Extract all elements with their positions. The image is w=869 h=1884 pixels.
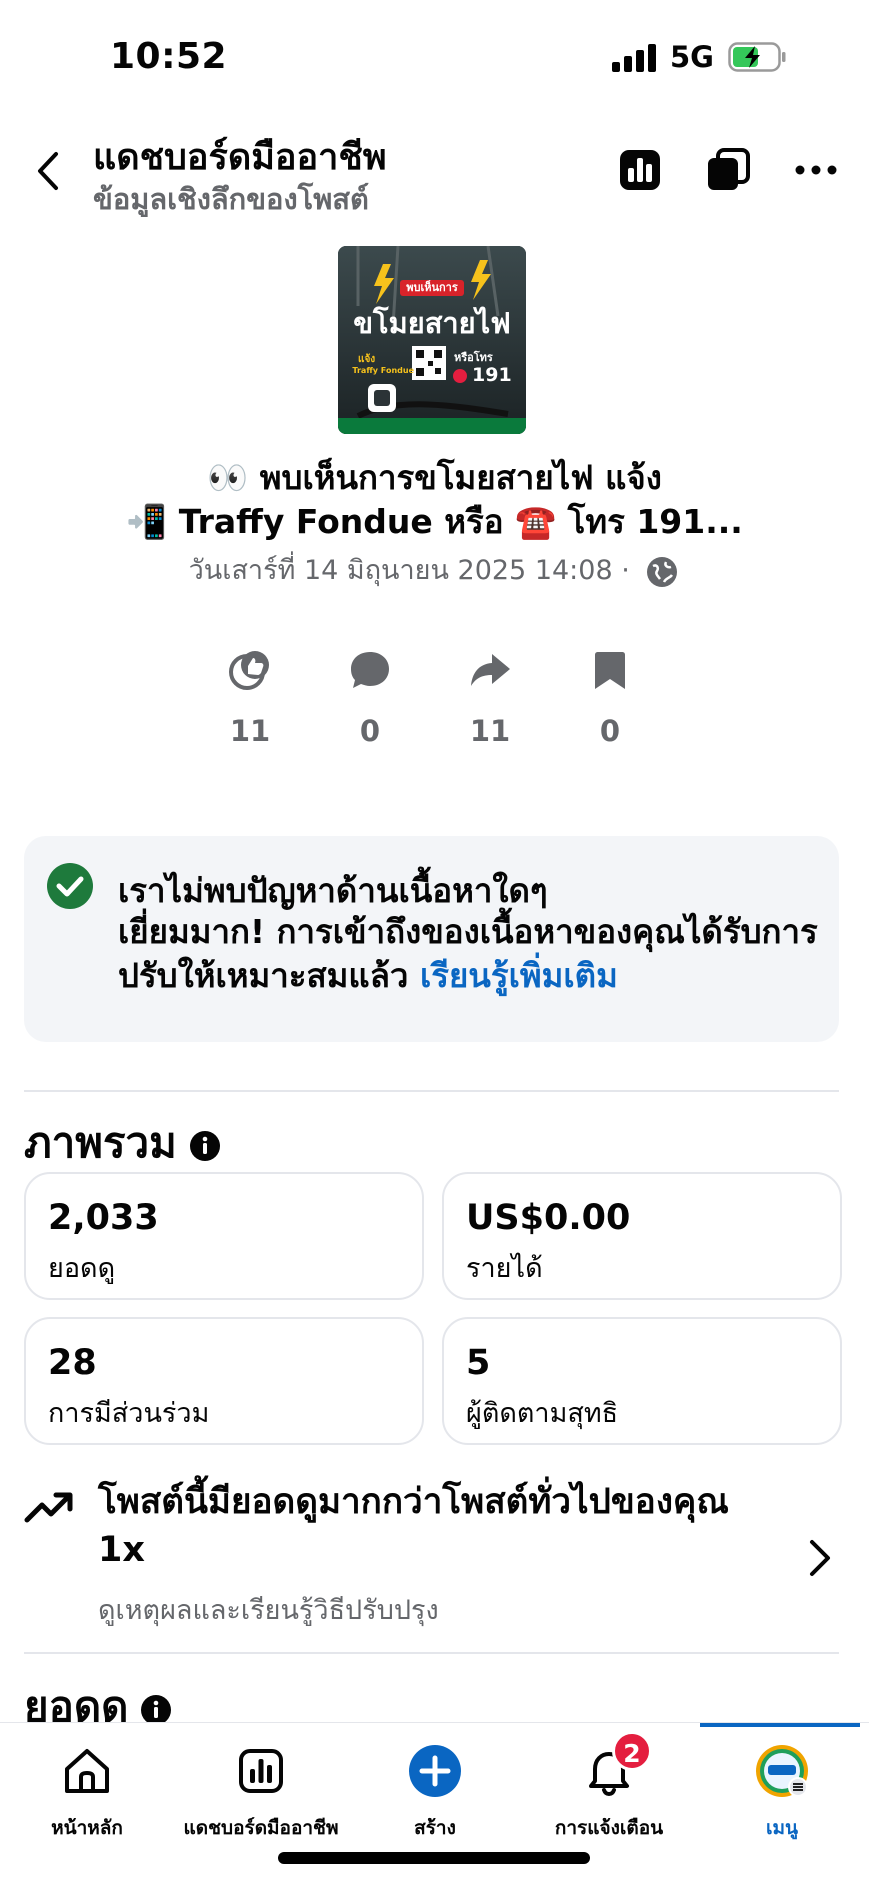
- shares-count: 11: [469, 714, 511, 748]
- insight-title: โพสต์นี้มียอดดูมากกว่าโพสต์ทั่วไปของคุณ …: [98, 1482, 729, 1570]
- battery-icon: [728, 42, 786, 72]
- overview-title-text: ภาพรวม: [24, 1118, 177, 1167]
- more-options-icon[interactable]: [792, 146, 840, 194]
- copy-icon[interactable]: [704, 146, 752, 194]
- reaction-stats: 11 0 11 0: [190, 648, 670, 758]
- overview-title: ภาพรวม: [24, 1110, 221, 1176]
- thumbnail-report-via: แจ้ง: [358, 354, 376, 365]
- share-icon: [471, 654, 510, 686]
- post-text-line-2: 📲 Traffy Fondue หรือ ☎️ โทร 191...: [126, 502, 743, 541]
- tab-notifications[interactable]: การแจ้งเตือน: [522, 1723, 696, 1843]
- check-circle-icon: [47, 863, 93, 909]
- comments-count: 0: [359, 714, 381, 748]
- earnings-value: US$0.00: [466, 1198, 631, 1238]
- bar-chart-icon[interactable]: [616, 146, 664, 194]
- saves-stat[interactable]: 0: [550, 648, 670, 758]
- tab-create-label: สร้าง: [414, 1817, 456, 1839]
- net-followers-label: ผู้ติดตามสุทธิ: [466, 1398, 619, 1429]
- saves-count: 0: [599, 714, 621, 748]
- post-date-text: วันเสาร์ที่ 14 มิถุนายน 2025 14:08 ·: [188, 555, 630, 586]
- page-subtitle: ข้อมูลเชิงลึกของโพสต์: [93, 182, 369, 216]
- chevron-right-icon: [810, 1540, 830, 1576]
- tab-home[interactable]: หน้าหลัก: [0, 1723, 174, 1843]
- network-type: 5G: [670, 40, 714, 74]
- trending-up-icon: [24, 1492, 73, 1523]
- status-time: 10:52: [110, 36, 228, 77]
- bookmark-icon: [595, 652, 625, 689]
- status-bar: 10:52 5G: [0, 0, 869, 110]
- notice-body: เยี่ยมมาก! การเข้าถึงของเนื้อหาของคุณได้…: [118, 910, 818, 998]
- divider: [24, 1090, 839, 1092]
- comments-stat[interactable]: 0: [310, 648, 430, 758]
- tab-dashboard[interactable]: แดชบอร์ดมืออาชีพ: [174, 1723, 348, 1843]
- thumbnail-phone: 191: [472, 364, 512, 386]
- back-button[interactable]: [28, 146, 68, 196]
- earnings-label: รายได้: [466, 1253, 543, 1284]
- post-text: 👀 พบเห็นการขโมยสายไฟ แจ้ง 📲 Traffy Fondu…: [80, 456, 789, 544]
- post-text-line-1: 👀 พบเห็นการขโมยสายไฟ แจ้ง: [207, 458, 662, 497]
- earnings-card[interactable]: US$0.00 รายได้: [442, 1172, 842, 1300]
- likes-stat[interactable]: 11: [190, 648, 310, 758]
- thumbnail-app-name: Traffy Fondue: [352, 366, 414, 375]
- tab-menu[interactable]: เมนู: [695, 1723, 869, 1843]
- plus-circle-icon: [409, 1745, 461, 1797]
- profile-avatar-icon: [756, 1745, 808, 1797]
- thumbnail-caption-top: พบเห็นการ: [406, 281, 458, 294]
- tab-dashboard-label: แดชบอร์ดมืออาชีพ: [183, 1817, 339, 1839]
- views-section-title: ยอดดู: [24, 1674, 172, 1722]
- like-reaction-icon: [229, 651, 269, 690]
- globe-icon: [647, 556, 678, 587]
- home-indicator: [278, 1852, 590, 1864]
- shares-stat[interactable]: 11: [430, 648, 550, 758]
- tab-menu-label: เมนู: [765, 1817, 798, 1839]
- tab-notifications-label: การแจ้งเตือน: [554, 1817, 664, 1839]
- likes-count: 11: [229, 714, 271, 748]
- signal-icon: [612, 44, 658, 72]
- post-date: วันเสาร์ที่ 14 มิถุนายน 2025 14:08 ·: [80, 548, 789, 591]
- comment-icon: [351, 652, 389, 688]
- engagement-value: 28: [48, 1343, 97, 1383]
- page-header: แดชบอร์ดมืออาชีพ ข้อมูลเชิงลึกของโพสต์: [0, 118, 869, 228]
- net-followers-value: 5: [466, 1343, 491, 1383]
- views-section-title-text: ยอดดู: [24, 1682, 129, 1722]
- performance-insight-row[interactable]: โพสต์นี้มียอดดูมากกว่าโพสต์ทั่วไปของคุณ …: [0, 1468, 869, 1648]
- net-followers-card[interactable]: 5 ผู้ติดตามสุทธิ: [442, 1317, 842, 1445]
- views-label: ยอดดู: [48, 1253, 116, 1284]
- engagement-card[interactable]: 28 การมีส่วนร่วม: [24, 1317, 424, 1445]
- insight-subtitle: ดูเหตุผลและเรียนรู้วิธีปรับปรุง: [98, 1595, 439, 1626]
- notification-badge: 2: [612, 1731, 652, 1771]
- learn-more-link[interactable]: เรียนรู้เพิ่มเติม: [420, 956, 618, 995]
- info-icon[interactable]: [140, 1694, 172, 1723]
- home-icon: [65, 1749, 109, 1793]
- content-issues-notice: เราไม่พบปัญหาด้านเนื้อหาใดๆ เยี่ยมมาก! ก…: [24, 836, 839, 1042]
- thumbnail-caption-main: ขโมยสายไฟ: [353, 306, 511, 340]
- engagement-label: การมีส่วนร่วม: [48, 1398, 210, 1429]
- info-icon[interactable]: [189, 1130, 221, 1162]
- views-value: 2,033: [48, 1198, 159, 1238]
- tab-create[interactable]: สร้าง: [348, 1723, 522, 1843]
- tab-home-label: หน้าหลัก: [51, 1817, 123, 1839]
- divider: [24, 1652, 839, 1654]
- post-thumbnail[interactable]: พบเห็นการ ขโมยสายไฟ แจ้ง Traffy Fondue ห…: [338, 246, 526, 434]
- dashboard-chart-icon: [239, 1749, 283, 1793]
- views-card[interactable]: 2,033 ยอดดู: [24, 1172, 424, 1300]
